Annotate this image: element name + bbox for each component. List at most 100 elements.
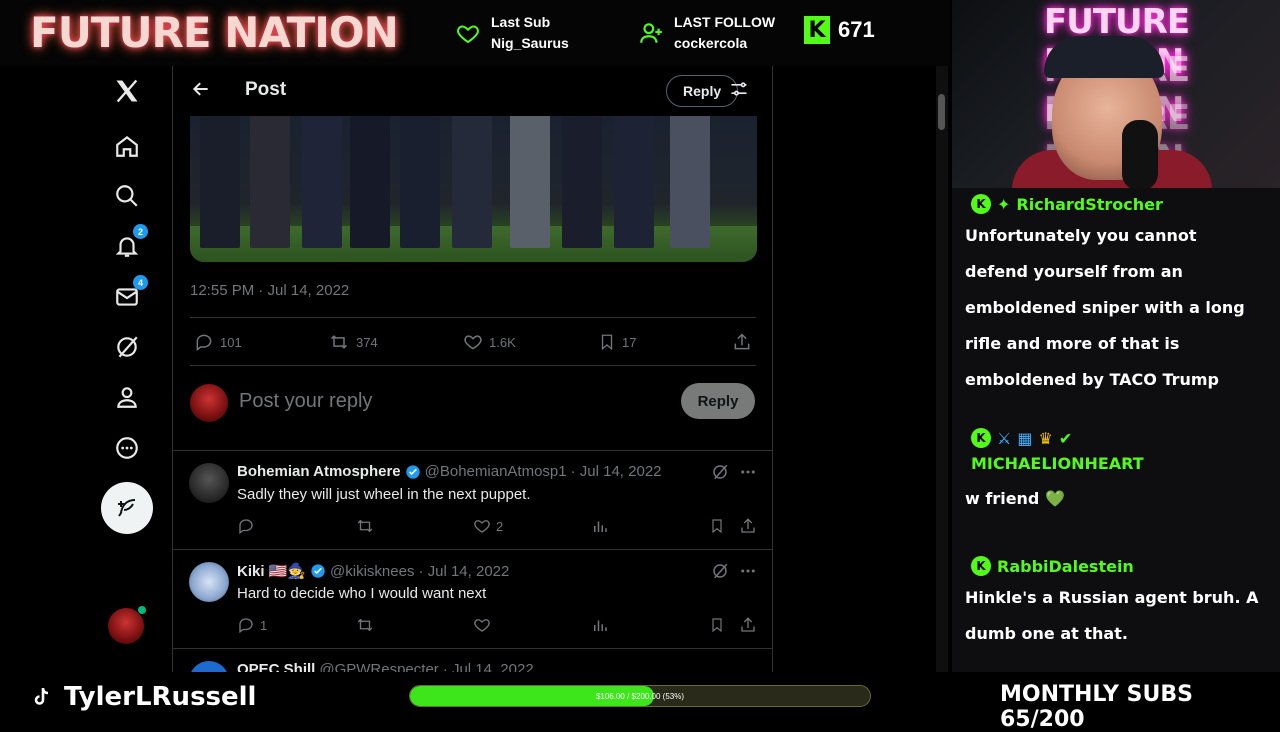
heart-icon: [457, 25, 479, 44]
reply-date[interactable]: · Jul 14, 2022: [571, 463, 662, 480]
chat-text: Hinkle's a Russian agent bruh. A dumb on…: [965, 588, 1259, 643]
verified-badge-icon: [311, 564, 325, 578]
chat-text: Unfortunately you cannot defend yourself…: [965, 226, 1245, 389]
kick-count-value: 671: [838, 17, 875, 42]
reply-button[interactable]: Reply: [681, 383, 755, 419]
bookmark-action[interactable]: 17: [598, 332, 636, 352]
chat-message: K RabbiDalestein Hinkle's a Russian agen…: [965, 556, 1265, 652]
like-action[interactable]: 1.6K: [463, 332, 516, 352]
streamer-name: TylerLRussell: [64, 682, 257, 712]
header-reply-button[interactable]: Reply: [666, 75, 739, 107]
chat-user[interactable]: K RabbiDalestein: [965, 556, 1265, 576]
image-figure: [350, 116, 390, 248]
reply-item[interactable]: OPEC Shill @GPWRespecter · Jul 14, 2022: [173, 648, 772, 672]
composer-avatar: [190, 384, 228, 422]
reply-author[interactable]: Bohemian Atmosphere: [237, 463, 401, 480]
grok-icon[interactable]: [112, 332, 142, 362]
views-icon[interactable]: [591, 517, 609, 535]
post-header: Post Reply: [173, 66, 772, 116]
reply-avatar[interactable]: [189, 661, 229, 672]
repost-icon[interactable]: [355, 517, 375, 535]
compose-post-button[interactable]: [101, 482, 153, 534]
reply-item[interactable]: Kiki 🇺🇸🧙 @kikisknees · Jul 14, 2022 Hard…: [173, 549, 772, 649]
bookmark-icon[interactable]: [709, 616, 725, 634]
notifications-icon[interactable]: 2: [112, 224, 148, 261]
reply-action[interactable]: 101: [194, 332, 242, 352]
reply-author[interactable]: OPEC Shill: [237, 661, 315, 672]
chat-message: K ✦ RichardStrocher Unfortunately you ca…: [965, 194, 1265, 398]
reply-actions: 2: [237, 517, 757, 537]
scrollbar-thumb[interactable]: [938, 94, 945, 130]
chat-username: RabbiDalestein: [997, 556, 1134, 576]
kick-follower-count: K 671: [804, 16, 875, 44]
grok-explain-icon[interactable]: [711, 463, 729, 481]
reply-header: Kiki 🇺🇸🧙 @kikisknees · Jul 14, 2022: [237, 562, 509, 581]
chat-user[interactable]: K ⚔ ▦ ♛ ✔ MICHAELIONHEART: [965, 428, 1165, 473]
sword-badge-icon: ⚔: [997, 428, 1012, 448]
repost-icon[interactable]: [355, 616, 375, 634]
sub-goal-progress: $106.00 / $200.00 (53%): [409, 685, 871, 707]
search-icon[interactable]: [112, 181, 142, 211]
account-avatar[interactable]: [108, 608, 144, 644]
messages-badge: 4: [133, 275, 148, 290]
reply-avatar[interactable]: [189, 562, 229, 602]
reply-like-action[interactable]: 2: [473, 517, 503, 535]
stream-top-bar: FUTURE NATION Last Sub Nig_Saurus LAST F…: [0, 0, 950, 66]
messages-icon[interactable]: 4: [112, 275, 148, 312]
image-figure: [510, 116, 550, 248]
reply-item[interactable]: Bohemian Atmosphere @BohemianAtmosp1 · J…: [173, 450, 772, 550]
reply-comment-action[interactable]: [237, 517, 260, 535]
more-options-icon[interactable]: [739, 463, 757, 481]
post-timestamp[interactable]: 12:55 PM · Jul 14, 2022: [190, 282, 349, 299]
comment-icon: [196, 334, 212, 351]
gift-badge-icon: ✦: [997, 194, 1011, 214]
reply-handle[interactable]: @BohemianAtmosp1: [425, 463, 567, 480]
scrollbar[interactable]: [936, 66, 948, 672]
reply-date[interactable]: · Jul 14, 2022: [418, 563, 509, 580]
reply-comment-action[interactable]: 1: [237, 616, 267, 634]
reply-avatar[interactable]: [189, 463, 229, 503]
home-icon[interactable]: [112, 131, 142, 161]
share-icon[interactable]: [739, 616, 757, 634]
repost-icon: [330, 335, 348, 349]
reply-handle[interactable]: @kikisknees: [330, 563, 414, 580]
chat-username: MICHAELIONHEART: [971, 454, 1144, 473]
bookmark-icon: [601, 334, 613, 351]
chat-user[interactable]: K ✦ RichardStrocher: [965, 194, 1265, 214]
heart-icon: [474, 520, 490, 533]
feather-icon: [118, 499, 136, 517]
more-options-icon[interactable]: [739, 562, 757, 580]
reply-handle[interactable]: @GPWRespecter: [319, 661, 438, 672]
stream-bottom-bar: TylerLRussell $106.00 / $200.00 (53%) MO…: [0, 672, 1280, 732]
post-image[interactable]: [190, 116, 757, 262]
verified-badge-icon: ✔: [1058, 428, 1073, 448]
last-follow-name: cockercola: [674, 35, 748, 51]
badge-icon: ▦: [1017, 428, 1033, 448]
back-arrow-icon[interactable]: [191, 79, 211, 104]
views-icon[interactable]: [591, 616, 609, 634]
repost-action[interactable]: 374: [328, 332, 378, 352]
reply-like-action[interactable]: [473, 616, 496, 634]
comment-icon: [239, 519, 253, 535]
reply-comment-count: 1: [260, 617, 268, 633]
profile-icon[interactable]: [112, 382, 142, 412]
share-icon[interactable]: [732, 332, 752, 352]
reply-author[interactable]: Kiki 🇺🇸🧙: [237, 562, 306, 580]
share-icon[interactable]: [739, 517, 757, 535]
more-icon[interactable]: [112, 433, 142, 463]
repost-count: 374: [356, 334, 378, 350]
tiktok-icon: [34, 687, 49, 705]
image-figure: [562, 116, 602, 248]
notifications-badge: 2: [133, 224, 148, 239]
bookmark-icon[interactable]: [709, 517, 725, 535]
sliders-icon[interactable]: [729, 79, 749, 104]
grok-explain-icon[interactable]: [711, 562, 729, 580]
last-sub-label: Last Sub: [491, 14, 551, 30]
reply-composer: Post your reply Reply: [173, 366, 772, 450]
reply-date[interactable]: · Jul 14, 2022: [443, 661, 534, 672]
streamer-handle: TylerLRussell: [30, 682, 256, 712]
reply-input[interactable]: Post your reply: [239, 390, 372, 413]
image-figure: [200, 116, 240, 248]
x-logo-icon[interactable]: [112, 76, 142, 106]
kick-logo-icon: K: [804, 16, 830, 44]
